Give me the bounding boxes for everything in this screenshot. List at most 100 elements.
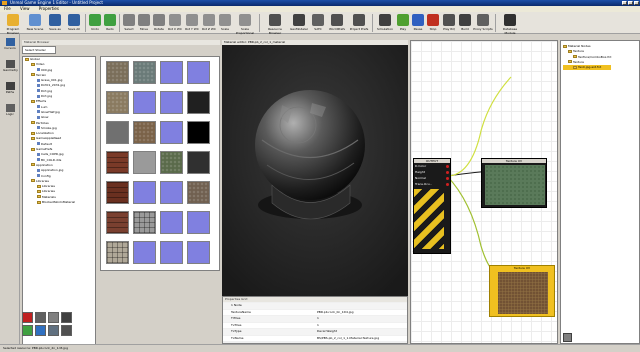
close-icon[interactable] [61,312,72,323]
select-shader-tab[interactable]: Select Shader [22,46,56,54]
material-thumbnail[interactable] [160,211,183,234]
texture-uv-node-1[interactable]: Texture UV [481,158,547,208]
material-thumbnail[interactable] [106,241,129,264]
toolbar-rot-x-button[interactable]: Rot X WC [167,13,183,33]
toolbar-proxy-scripts-button[interactable]: Proxy Scripts [473,13,493,33]
toolbar-world-prefs-button[interactable]: WorldPrefs [327,13,347,33]
input-pin-icon[interactable] [446,177,449,180]
material-thumbnail[interactable] [133,121,156,144]
material-thumbnail[interactable] [106,91,129,114]
material-thumbnail[interactable] [187,91,210,114]
toolbar-save-as-button[interactable]: Save as [46,13,64,33]
material-preview-viewport[interactable]: Material editor: PBR.pb_2_col_1_material [222,40,408,296]
toolbar-rot-z-button[interactable]: Rot Z WC [201,13,217,33]
material-thumbnail[interactable] [160,91,183,114]
material-thumbnail[interactable] [187,241,210,264]
material-thumbnail[interactable] [106,211,129,234]
material-thumbnail[interactable] [133,61,156,84]
input-pin-icon[interactable] [446,183,449,186]
property-value: BS/PBS.pb_2_col_1_1.Material.Texture.jpg [317,335,380,340]
toolbar-build-button[interactable]: Build [458,13,472,33]
menu-view[interactable]: View [20,6,30,11]
maximize-icon[interactable] [628,1,633,5]
toolbar-database-module-button[interactable]: Database Module [498,13,522,35]
menu-file[interactable]: File [4,6,11,11]
material-thumbnail[interactable] [187,61,210,84]
toolbar-project-prefs-button[interactable]: Project Prefs [348,13,370,33]
toolbar-redo-button[interactable]: Redo [103,13,117,33]
material-thumbnail[interactable] [187,151,210,174]
toolbar-move-button[interactable]: Move [137,13,151,33]
input-pin-icon[interactable] [446,171,449,174]
folder-icon [31,136,35,140]
resource-tree[interactable]: Global Video 000.jpg Terrain Grass_001.jpg Di… [22,56,96,346]
material-thumbnail[interactable] [187,181,210,204]
material-thumbnail[interactable] [160,61,183,84]
mode-cursors-button[interactable]: Cursors [3,38,17,50]
red-sphere-icon[interactable] [22,312,33,323]
property-row[interactable]: TvTiles 1 [223,322,407,328]
material-thumbnail[interactable] [106,61,129,84]
material-thumbnail[interactable] [106,151,129,174]
toolbar-resource-browser-button[interactable]: Resource Browser [262,13,288,35]
material-thumbnail[interactable] [160,151,183,174]
toolbar-pause-button[interactable]: Pause [411,13,425,33]
tree-item-label: Default [41,141,52,146]
toolbar-rotate-button[interactable]: Rotate [152,13,166,33]
toolbar-geomodeler-button[interactable]: GeoModeler [289,13,309,33]
toolbar-separator [495,14,496,32]
property-key: TiTiles [231,316,241,320]
input-pin-icon[interactable] [446,165,449,168]
close-window-icon[interactable] [634,1,639,5]
scene-tree-item[interactable]: Tex0.jpg.ext.fnt [563,65,612,71]
toolbar-select-button[interactable]: Select [122,13,136,33]
material-thumbnail[interactable] [133,151,156,174]
material-thumbnail[interactable] [133,91,156,114]
toolbar-play-rq-button[interactable]: Play RQ [441,13,457,33]
material-node-tree[interactable]: Material Nodes Texture TexTure/ComboBox.fn… [563,44,612,71]
camera-icon[interactable] [61,325,72,336]
trash-icon[interactable] [563,333,572,342]
property-row[interactable]: TextureName PBR.pb.rock_0n_1D4.jpg [223,309,407,315]
refresh-icon[interactable] [48,312,59,323]
grid-icon[interactable] [22,325,33,336]
toolbar-new-scene-button[interactable]: New Scene [25,13,45,33]
material-thumbnail[interactable] [106,181,129,204]
toolbar-rot-y-button[interactable]: Rot Y WC [184,13,200,33]
plus-icon[interactable] [35,325,46,336]
sphere-icon[interactable] [48,325,59,336]
output-node[interactable]: OUTPUT D.Color Height Normal Trans.Ocu.. [413,158,451,254]
material-thumbnail[interactable] [106,121,129,144]
mode-geometry-button[interactable]: Geometry [3,60,18,72]
node-graph-canvas[interactable]: OUTPUT D.Color Height Normal Trans.Ocu.. Te… [410,40,558,344]
property-row[interactable]: TxName BS/PBS.pb_2_col_1_1.Material.Textu… [223,335,407,341]
toolbar-scale-proportional-button[interactable]: Scale Proportional [233,13,257,35]
toolbar-save-all-button[interactable]: Save All [65,13,83,33]
toolbar-simulation-button[interactable]: Simulation [375,13,395,33]
mode-paths-button[interactable]: Paths [3,82,17,94]
material-thumbnail[interactable] [187,121,210,144]
mode-cursors-label: Cursors [4,46,16,50]
toolbar-undo-button[interactable]: Undo [88,13,102,33]
material-thumbnail[interactable] [187,211,210,234]
material-thumbnail[interactable] [133,241,156,264]
cube-icon[interactable] [35,312,46,323]
texture-uv-node-2[interactable]: Texture UV [489,265,555,317]
toolbar-play-button[interactable]: Play [396,13,410,33]
minimize-icon[interactable] [622,1,627,5]
tree-item[interactable]: BlockedSkinInMaterial [23,200,95,205]
menu-properties[interactable]: Properties [39,6,59,11]
property-row[interactable]: TiTiles 1 [223,316,407,322]
material-thumbnail[interactable] [133,211,156,234]
material-thumbnail[interactable] [160,241,183,264]
material-thumbnail[interactable] [160,121,183,144]
material-thumbnail[interactable] [160,181,183,204]
toolbar-stop-button[interactable]: Stop [426,13,440,33]
toolbar-scale-button[interactable]: Scale [218,13,232,33]
toolbar-satc-button[interactable]: SATC [310,13,326,33]
mode-logic-button[interactable]: Logic [3,104,17,116]
property-row[interactable]: TxType Decal Weight [223,329,407,335]
material-thumbnail[interactable] [133,181,156,204]
property-row[interactable]: 1 Node [223,303,407,309]
toolbar-folder-open-button[interactable]: Program Browser [2,13,24,35]
